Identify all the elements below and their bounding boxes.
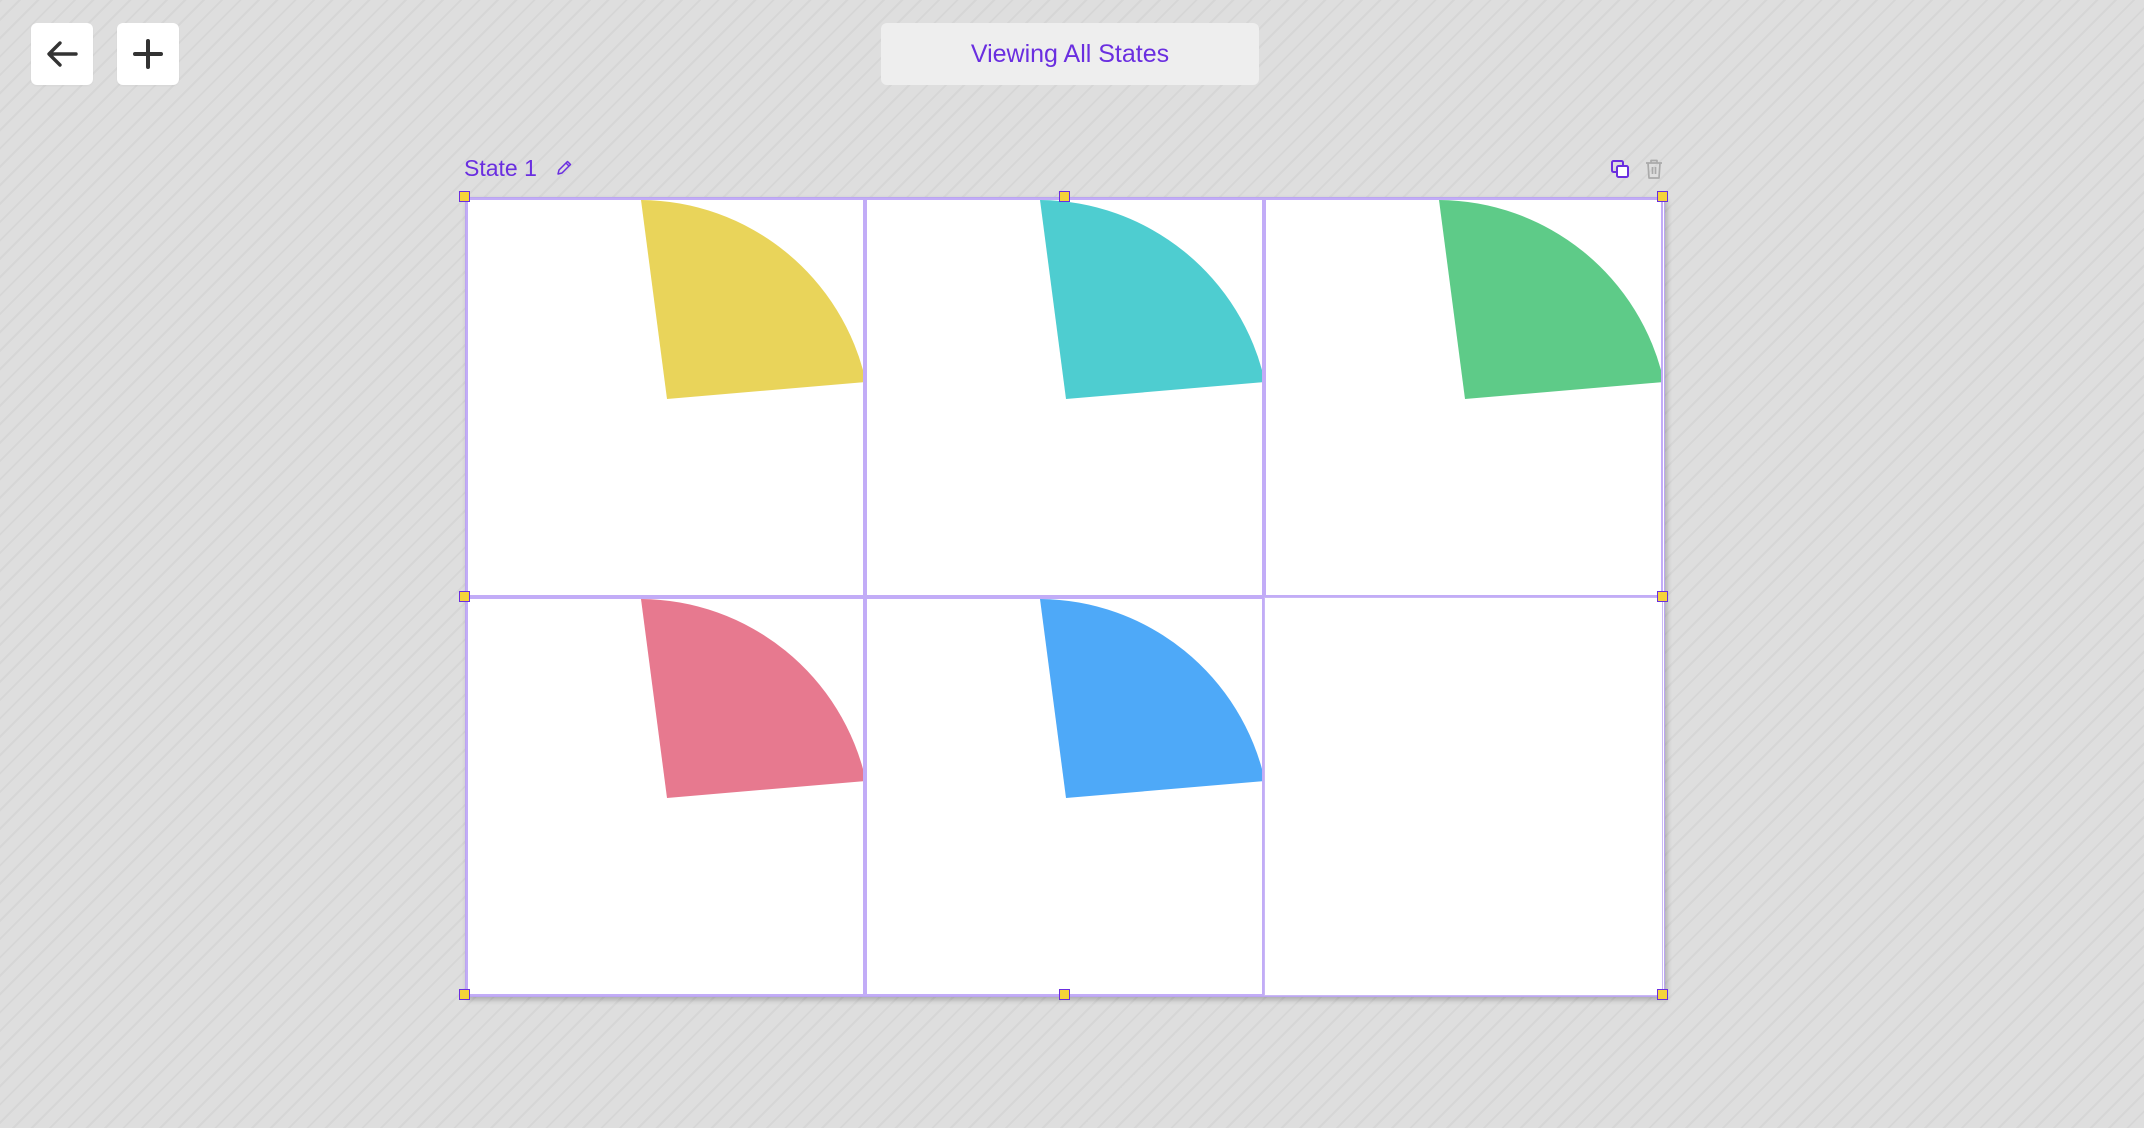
state-frame-cell[interactable] [1264,198,1663,597]
resize-handle[interactable] [1657,591,1668,602]
state-frame-cell[interactable] [466,198,865,597]
wedge-shape [1040,599,1262,798]
state-frame-cell[interactable] [466,597,865,996]
add-state-button[interactable] [117,23,179,85]
viewing-states-text: Viewing All States [970,39,1170,68]
arrow-left-icon [47,41,78,67]
wedge-shape [641,200,863,399]
pencil-icon[interactable] [555,159,573,177]
frame-wedge-graphic [1040,200,1262,399]
resize-handle[interactable] [1657,989,1668,1000]
state-frame-cell[interactable] [865,198,1264,597]
wedge-shape [1439,200,1661,399]
state-actions [1610,155,1664,183]
resize-handle[interactable] [459,191,470,202]
wedge-shape [1040,200,1262,399]
trash-icon[interactable] [1644,158,1664,180]
resize-handle[interactable] [459,591,470,602]
plus-icon [133,39,163,69]
frame-wedge-graphic [641,200,863,399]
frame-wedge-graphic [641,599,863,798]
state-frame-cell[interactable] [1264,597,1663,996]
state-title: State 1 [464,154,537,181]
back-button[interactable] [31,23,93,85]
state-frame-grid[interactable] [465,197,1665,997]
resize-handle[interactable] [459,989,470,1000]
viewing-states-label: Viewing All States [881,23,1259,85]
state-header: State 1 [464,152,573,184]
wedge-shape [641,599,863,798]
resize-handle[interactable] [1059,989,1070,1000]
resize-handle[interactable] [1657,191,1668,202]
state-frame-cell[interactable] [865,597,1264,996]
copy-icon[interactable] [1610,159,1630,179]
resize-handle[interactable] [1059,191,1070,202]
frame-wedge-graphic [1439,200,1661,399]
frame-wedge-graphic [1040,599,1262,798]
